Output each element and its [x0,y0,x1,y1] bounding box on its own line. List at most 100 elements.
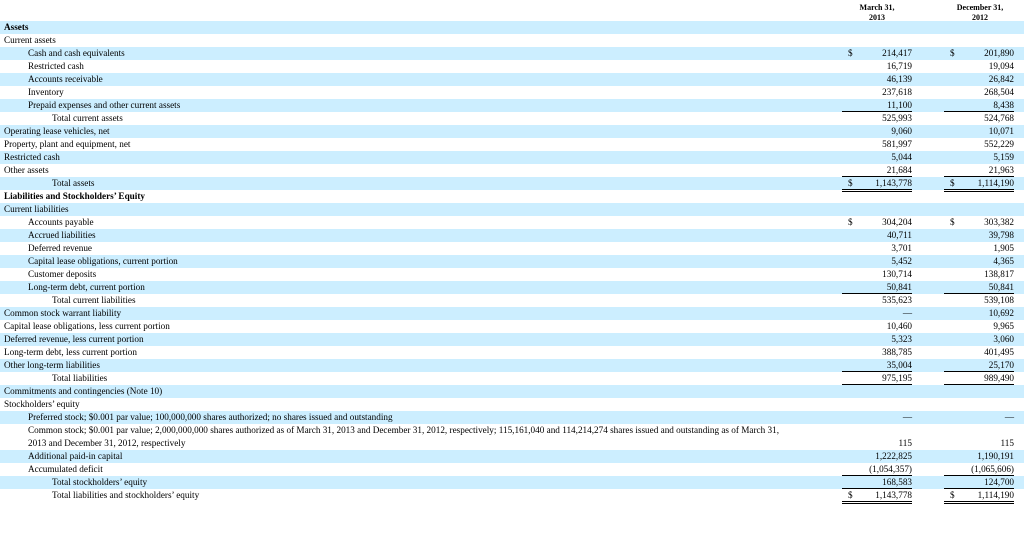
row-label: Common stock warrant liability [4,308,122,318]
value-december-2012: 268,504 [984,87,1014,97]
column-header-december-2012: December 31, 2012 [935,3,1024,23]
value-march-2013: 21,684 [842,164,912,177]
table-row: Deferred revenue, less current portion 5,… [0,333,1024,346]
row-label: Liabilities and Stockholders’ Equity [4,191,145,201]
table-row: Assets [0,21,1024,34]
table-row: Common stock warrant liability — 10,692 [0,307,1024,320]
value-december-2012: 4,365 [993,256,1014,266]
value-december-2012: (1,065,606) [944,463,1014,476]
value-march-2013: 5,044 [891,152,912,162]
row-label: Restricted cash [4,152,60,162]
value-december-2012: 401,495 [984,347,1014,357]
value-december-2012: 303,382 [984,217,1014,227]
value-march-2013: 10,460 [886,321,912,331]
row-label: Total stockholders’ equity [52,477,148,487]
value-december-2012: 25,170 [944,359,1014,372]
value-march-2013: 3,701 [891,243,912,253]
column-header-line-1: March 31, [859,3,895,12]
value-december-2012: 9,965 [993,321,1014,331]
value-march-2013: 130,714 [882,269,912,279]
value-march-2013: — [902,308,912,318]
value-march-2013: 115 [898,438,912,448]
row-label: Preferred stock; $0.001 par value; 100,0… [28,412,393,422]
value-march-2013: 214,417 [882,48,912,58]
value-march-2013: 5,323 [891,334,912,344]
table-row: Current liabilities [0,203,1024,216]
value-december-2012: 115 [1000,438,1014,448]
row-label: Total liabilities and stockholders’ equi… [52,490,200,500]
table-row: Current assets [0,34,1024,47]
table-row: Restricted cash 5,044 5,159 [0,151,1024,164]
value-december-2012: 552,229 [984,139,1014,149]
value-december-2012: 1,905 [993,243,1014,253]
table-row: Total current assets 525,993 524,768 [0,112,1024,125]
value-december-2012: 1,190,191 [977,451,1014,461]
value-december-2012: 8,438 [944,99,1014,112]
row-label: Accumulated deficit [28,464,103,474]
value-march-2013: 388,785 [882,347,912,357]
column-header-line-1: December 31, [956,3,1004,12]
value-december-2012: 989,490 [944,372,1014,385]
value-december-2012: 539,108 [984,295,1014,305]
table-row: Common stock; $0.001 par value; 2,000,00… [0,424,1024,450]
table-row: Total stockholders’ equity 168,583 124,700 [0,476,1024,489]
row-label: Total liabilities [52,373,108,383]
value-december-2012: 5,159 [993,152,1014,162]
value-december-2012: 524,768 [984,113,1014,123]
row-label: Other assets [4,165,49,175]
row-label: Other long-term liabilities [4,360,100,370]
row-label: Assets [4,22,29,32]
table-row: Other assets 21,684 21,963 [0,164,1024,177]
value-march-2013: (1,054,357) [842,463,912,476]
row-label: Total current assets [52,113,123,123]
row-label: Common stock; $0.001 par value; 2,000,00… [28,425,780,448]
value-december-2012: 26,842 [988,74,1014,84]
row-label: Restricted cash [28,61,84,71]
row-label: Accounts payable [28,217,94,227]
table-row: Other long-term liabilities 35,004 25,170 [0,359,1024,372]
row-label: Stockholders’ equity [4,399,80,409]
row-label: Current assets [4,35,56,45]
value-march-2013: — [902,412,912,422]
table-row: Restricted cash 16,719 19,094 [0,60,1024,73]
row-label: Deferred revenue [28,243,93,253]
row-label: Additional paid-in capital [28,451,123,461]
row-label: Operating lease vehicles, net [4,126,110,136]
value-march-2013: 581,997 [882,139,912,149]
value-december-2012: 10,071 [988,126,1014,136]
value-march-2013: 9,060 [891,126,912,136]
value-december-2012: 39,798 [988,230,1014,240]
value-march-2013: 1,222,825 [875,451,912,461]
table-row: Total assets $1,143,778 $1,114,190 [0,177,1024,192]
table-row: Operating lease vehicles, net 9,060 10,071 [0,125,1024,138]
row-label: Deferred revenue, less current portion [4,334,144,344]
value-march-2013: 40,711 [887,230,912,240]
table-row: Accumulated deficit (1,054,357) (1,065,606… [0,463,1024,476]
value-march-2013: 35,004 [842,359,912,372]
value-december-2012: 50,841 [944,281,1014,294]
table-row: Customer deposits 130,714 138,817 [0,268,1024,281]
row-label: Total current liabilities [52,295,136,305]
row-label: Prepaid expenses and other current asset… [28,100,181,110]
table-row: Additional paid-in capital 1,222,825 1,190… [0,450,1024,463]
value-march-2013: 975,195 [842,372,912,385]
value-december-2012: 138,817 [984,269,1014,279]
value-december-2012: — [1004,412,1014,422]
row-label: Inventory [28,87,64,97]
table-row: Long-term debt, current portion 50,841 50,… [0,281,1024,294]
value-march-2013: 11,100 [842,99,912,112]
row-label: Long-term debt, current portion [28,282,145,292]
table-row: Accrued liabilities 40,711 39,798 [0,229,1024,242]
row-label: Customer deposits [28,269,97,279]
table-row: Preferred stock; $0.001 par value; 100,0… [0,411,1024,424]
row-label: Accrued liabilities [28,230,96,240]
table-row: Prepaid expenses and other current asset… [0,99,1024,112]
row-label: Capital lease obligations, current porti… [28,256,178,266]
table-row: Accounts payable $304,204 $303,382 [0,216,1024,229]
value-march-2013: 304,204 [882,217,912,227]
value-december-2012: 21,963 [944,164,1014,177]
value-december-2012: 19,094 [988,61,1014,71]
row-label: Capital lease obligations, less current … [4,321,170,331]
table-row: Total current liabilities 535,623 539,108 [0,294,1024,307]
table-row: Accounts receivable 46,139 26,842 [0,73,1024,86]
